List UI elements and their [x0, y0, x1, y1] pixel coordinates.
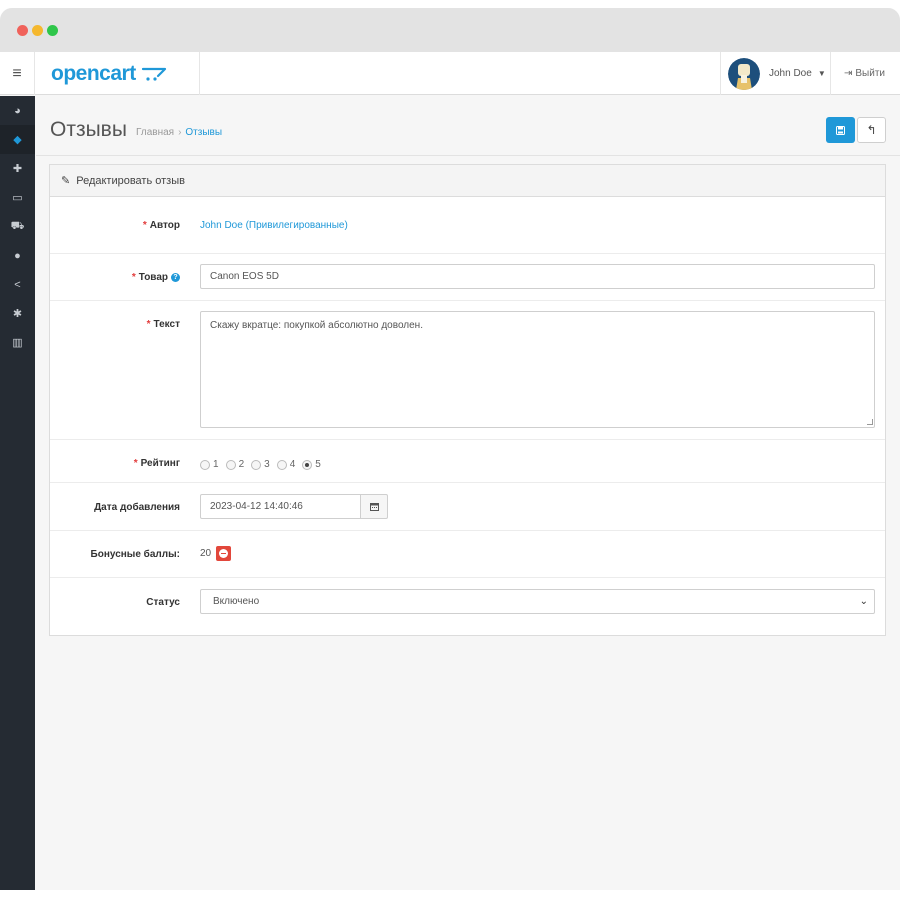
sidebar-item-sales[interactable]: ⛟: [0, 212, 35, 241]
author-row: * Автор John Doe (Привилегированные): [50, 197, 885, 254]
rating-row: * Рейтинг 1 2 3 4 5: [50, 440, 885, 483]
cart-icon: ⛟: [10, 219, 25, 232]
rating-label: * Рейтинг: [133, 458, 180, 469]
sidebar: ◕ ◆ ✚ ▭ ⛟ ● < ✱ ▥: [0, 96, 35, 890]
rating-option-4[interactable]: 4: [276, 459, 295, 470]
avatar: [728, 57, 760, 90]
sidebar-item-catalog[interactable]: ◆: [0, 125, 35, 154]
browser-window: ≡ opencart John Doe ▼ ⇥ Выйти ◕ ◆ ✚ ▭ ⛟ …: [0, 8, 900, 890]
breadcrumb-current[interactable]: Отзывы: [185, 127, 222, 138]
user-icon: ●: [14, 249, 21, 262]
author-label: * Автор: [142, 220, 180, 231]
sidebar-item-marketing[interactable]: <: [0, 270, 35, 299]
rating-options: 1 2 3 4 5: [200, 459, 328, 470]
rating-option-1[interactable]: 1: [200, 459, 219, 470]
sidebar-item-customers[interactable]: ●: [0, 241, 35, 270]
calendar-button[interactable]: [360, 494, 388, 519]
back-button[interactable]: ↰: [857, 117, 886, 143]
logo-text: opencart: [51, 61, 136, 85]
radio-button[interactable]: [251, 459, 262, 470]
puzzle-icon: ✚: [12, 163, 23, 175]
sidebar-item-dashboard[interactable]: ◕: [0, 96, 35, 125]
rating-option-2[interactable]: 2: [225, 459, 244, 470]
logout-label: Выйти: [855, 68, 885, 79]
required-marker: *: [142, 220, 147, 231]
minimize-window-dot[interactable]: [32, 25, 43, 36]
sidebar-item-system[interactable]: ✱: [0, 299, 35, 328]
required-marker: *: [131, 272, 136, 283]
text-row: * Текст Скажу вкратце: покупкой абсолютно…: [50, 301, 885, 440]
radio-button[interactable]: [276, 459, 287, 470]
edit-review-panel: ✎ Редактировать отзыв * Автор John Doe (П…: [49, 164, 886, 636]
minus-circle-icon: [219, 549, 229, 558]
calendar-icon: [369, 503, 379, 511]
product-row: * Товар? Canon EOS 5D: [50, 254, 885, 301]
panel-heading: ✎ Редактировать отзыв: [50, 165, 885, 197]
status-value: Включено: [213, 596, 260, 607]
page-header: Отзывы Главная › Отзывы ↰: [36, 96, 900, 156]
panel-title: Редактировать отзыв: [76, 174, 185, 187]
monitor-icon: ▭: [12, 192, 23, 204]
author-link[interactable]: John Doe (Привилегированные): [200, 220, 348, 231]
date-label: Дата добавления: [94, 502, 180, 513]
radio-button[interactable]: [200, 459, 210, 470]
share-icon: <: [14, 278, 21, 291]
bonus-row: Бонусные баллы: 20: [50, 531, 885, 578]
user-menu[interactable]: John Doe ▼: [720, 52, 831, 95]
required-marker: *: [133, 458, 138, 469]
rating-option-5[interactable]: 5: [302, 459, 321, 470]
breadcrumb: Главная › Отзывы: [136, 127, 222, 138]
reply-icon: ↰: [866, 123, 877, 137]
window-titlebar: [0, 8, 900, 52]
hamburger-icon[interactable]: ≡: [0, 52, 35, 95]
text-label: * Текст: [146, 319, 180, 330]
status-select[interactable]: Включено ⌄: [200, 589, 875, 614]
date-added-input[interactable]: 2023-04-12 14:40:46: [200, 494, 361, 519]
user-name: John Doe: [769, 68, 812, 79]
main-content: Отзывы Главная › Отзывы ↰ ✎ Редактироват…: [36, 96, 900, 890]
sidebar-item-extensions[interactable]: ✚: [0, 154, 35, 183]
close-window-dot[interactable]: [17, 25, 28, 36]
logo-cart-icon: [141, 67, 166, 81]
opencart-logo[interactable]: opencart: [36, 52, 200, 95]
date-row: Дата добавления 2023-04-12 14:40:46: [50, 483, 885, 531]
bonus-value: 20: [200, 548, 212, 559]
maximize-window-dot[interactable]: [47, 25, 58, 36]
breadcrumb-home[interactable]: Главная: [136, 127, 174, 138]
save-icon: [836, 125, 845, 135]
sign-out-icon: ⇥: [844, 68, 853, 79]
tags-icon: ◆: [13, 134, 22, 146]
product-label: * Товар?: [50, 272, 180, 283]
page-title: Отзывы: [50, 118, 127, 141]
sidebar-item-reports[interactable]: ▥: [0, 328, 35, 357]
bar-chart-icon: ▥: [12, 337, 23, 349]
status-label: Статус: [146, 597, 180, 608]
caret-down-icon: ▼: [817, 69, 826, 78]
pencil-icon: ✎: [61, 175, 71, 187]
review-text-area[interactable]: Скажу вкратце: покупкой абсолютно доволе…: [200, 311, 875, 428]
dashboard-icon: ◕: [14, 104, 21, 117]
help-icon[interactable]: ?: [171, 273, 180, 282]
top-header: ≡ opencart John Doe ▼ ⇥ Выйти: [0, 52, 900, 95]
resize-handle-icon[interactable]: [867, 419, 873, 425]
sidebar-item-design[interactable]: ▭: [0, 183, 35, 212]
breadcrumb-separator: ›: [178, 127, 182, 138]
logout-link[interactable]: ⇥ Выйти: [832, 52, 900, 95]
cog-icon: ✱: [12, 308, 23, 320]
save-button[interactable]: [826, 117, 855, 143]
radio-button-checked[interactable]: [302, 459, 313, 470]
product-input[interactable]: Canon EOS 5D: [200, 264, 875, 289]
bonus-points: 20: [200, 546, 232, 561]
bonus-label: Бонусные баллы:: [90, 549, 180, 560]
required-marker: *: [146, 319, 151, 330]
remove-points-button[interactable]: [216, 546, 232, 561]
status-row: Статус Включено ⌄: [50, 578, 885, 635]
chevron-down-icon: ⌄: [859, 596, 868, 607]
rating-option-3[interactable]: 3: [251, 459, 270, 470]
radio-button[interactable]: [225, 459, 236, 470]
